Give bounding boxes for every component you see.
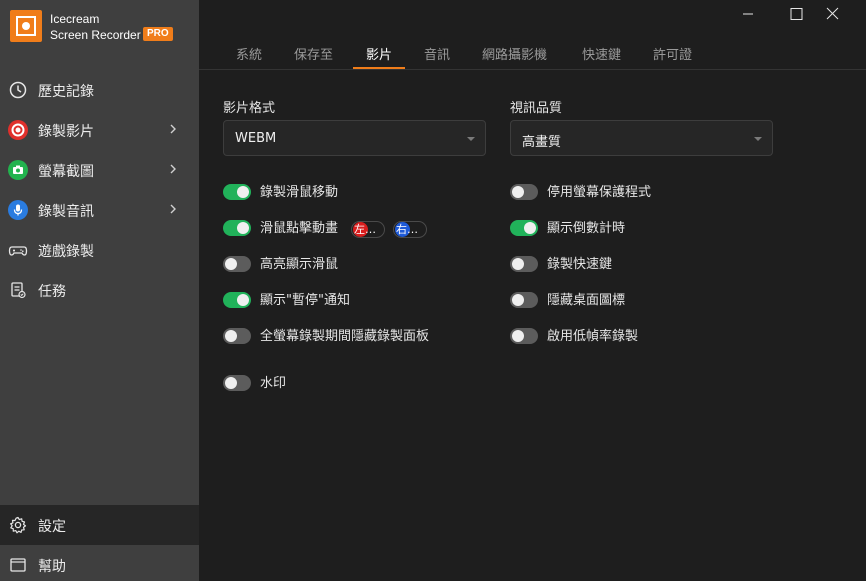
toggle-switch[interactable] (223, 184, 251, 200)
sidebar-item-label: 幫助 (38, 559, 66, 575)
sidebar-item-history[interactable]: 歷史記錄 (0, 70, 199, 110)
sidebar-item-label: 錄製影片 (38, 124, 94, 140)
chevron-right-icon (170, 124, 176, 134)
help-icon (10, 558, 26, 572)
dropdown-arrow-icon (467, 137, 475, 141)
tab-hotkeys[interactable]: 快速鍵 (582, 44, 621, 63)
sidebar-item-label: 螢幕截圖 (38, 164, 94, 180)
option-label: 高亮顯示滑鼠 (260, 257, 339, 272)
sidebar-item-label: 錄製音訊 (38, 204, 94, 220)
option-label: 啟用低幀率錄製 (547, 329, 639, 344)
toggle-switch[interactable] (223, 220, 251, 236)
left-click-label: 左… (354, 223, 376, 236)
video-format-value: WEBM (235, 131, 277, 146)
toggle-switch[interactable] (223, 328, 251, 344)
app-logo (10, 10, 42, 42)
sidebar-item-screenshot[interactable]: 螢幕截圖 (0, 150, 199, 190)
app-brand: Icecream Screen Recorder (50, 11, 141, 43)
toggle-switch[interactable] (510, 220, 538, 236)
sidebar-item-label: 遊戲錄製 (38, 244, 94, 260)
option-label: 滑鼠點擊動畫 (260, 221, 339, 236)
toggle-switch[interactable] (223, 256, 251, 272)
gamepad-icon (8, 246, 28, 256)
sidebar-item-settings[interactable]: 設定 (0, 505, 199, 545)
minimize-icon[interactable] (728, 0, 768, 28)
sidebar-item-label: 歷史記錄 (38, 84, 94, 100)
record-icon (8, 120, 28, 140)
sidebar-item-record-video[interactable]: 錄製影片 (0, 110, 199, 150)
video-format-label: 影片格式 (223, 101, 276, 116)
sidebar-item-record-audio[interactable]: 錄製音訊 (0, 190, 199, 230)
video-format-select[interactable]: WEBM (223, 120, 486, 156)
chevron-right-icon (170, 204, 176, 214)
chevron-right-icon (170, 164, 176, 174)
option-label: 隱藏桌面圖標 (547, 293, 626, 308)
toggle-switch[interactable] (223, 375, 251, 391)
pro-badge: PRO (143, 27, 173, 41)
tab-license[interactable]: 許可證 (653, 44, 692, 63)
toggle-switch[interactable] (510, 256, 538, 272)
tab-webcam[interactable]: 網路攝影機 (482, 44, 547, 63)
sidebar-item-label: 任務 (38, 284, 66, 300)
tab-save-to[interactable]: 保存至 (294, 44, 333, 63)
option-label: 顯示"暫停"通知 (260, 293, 350, 308)
task-icon (11, 282, 26, 299)
close-icon[interactable] (812, 0, 852, 28)
video-quality-select[interactable]: 高畫質 (510, 120, 773, 156)
toggle-switch[interactable] (510, 328, 538, 344)
tab-audio[interactable]: 音訊 (424, 44, 450, 63)
brand-line1: Icecream (50, 12, 100, 26)
right-click-color-picker[interactable]: 右… (393, 221, 427, 238)
microphone-icon (8, 200, 28, 220)
sidebar-item-game-recording[interactable]: 遊戲錄製 (0, 230, 199, 270)
clock-icon (9, 81, 27, 99)
option-label: 全螢幕錄製期間隱藏錄製面板 (260, 329, 430, 344)
left-click-color-picker[interactable]: 左… (351, 221, 385, 238)
sidebar-item-help[interactable]: 幫助 (0, 545, 199, 581)
option-label: 水印 (260, 376, 287, 391)
active-tab-indicator (353, 67, 405, 69)
maximize-icon[interactable] (776, 0, 816, 28)
option-label: 錄製滑鼠移動 (260, 185, 339, 200)
right-click-label: 右… (396, 223, 418, 236)
option-label: 顯示倒數計時 (547, 221, 626, 236)
option-label: 錄製快速鍵 (547, 257, 613, 272)
toggle-switch[interactable] (510, 184, 538, 200)
toggle-switch[interactable] (510, 292, 538, 308)
toggle-switch[interactable] (223, 292, 251, 308)
video-quality-label: 視訊品質 (510, 101, 563, 116)
option-label: 停用螢幕保護程式 (547, 185, 652, 200)
camera-icon (8, 160, 28, 180)
sidebar-item-tasks[interactable]: 任務 (0, 270, 199, 310)
video-quality-value: 高畫質 (522, 135, 562, 150)
dropdown-arrow-icon (754, 137, 762, 141)
tab-system[interactable]: 系統 (236, 44, 262, 63)
tab-video[interactable]: 影片 (366, 44, 392, 63)
sidebar-item-label: 設定 (38, 519, 66, 535)
brand-line2: Screen Recorder (50, 28, 141, 42)
sidebar: Icecream Screen Recorder PRO 歷史記錄 錄製影片 螢… (0, 0, 199, 581)
gear-icon (10, 516, 27, 534)
